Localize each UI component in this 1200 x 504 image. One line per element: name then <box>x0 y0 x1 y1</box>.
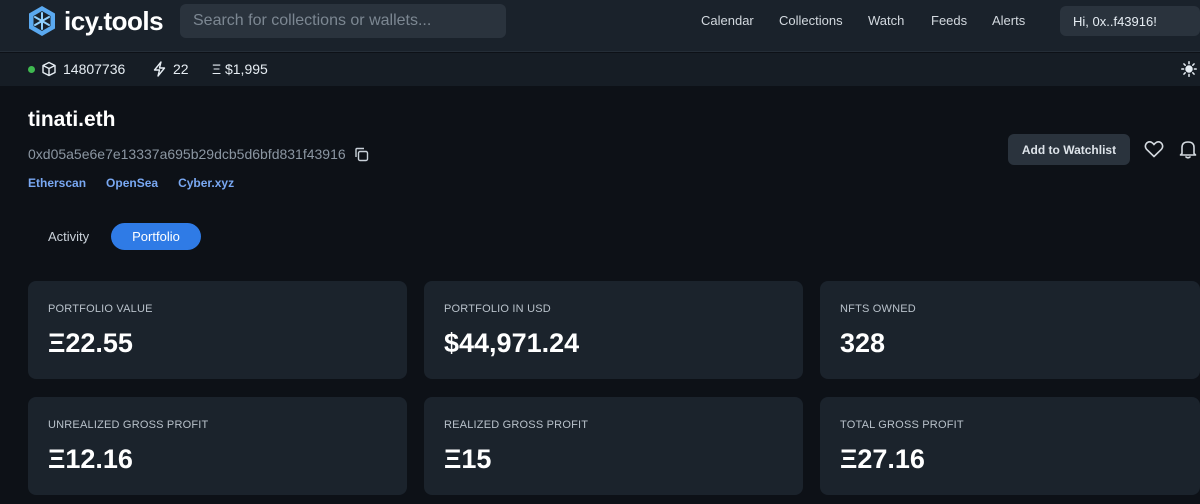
wallet-address: 0xd05a5e6e7e13337a695b29dcb5d6bfd831f439… <box>28 146 346 162</box>
card-label: REALIZED GROSS PROFIT <box>444 419 589 431</box>
add-to-watchlist-button[interactable]: Add to Watchlist <box>1008 134 1130 165</box>
status-dot-icon <box>28 65 35 73</box>
sun-icon[interactable] <box>1181 61 1197 77</box>
logo[interactable]: icy.tools <box>26 5 164 37</box>
card-value: Ξ12.16 <box>48 444 133 474</box>
heart-icon[interactable] <box>1144 140 1164 158</box>
nav-calendar[interactable]: Calendar <box>701 13 754 28</box>
snowflake-logo-icon <box>29 6 55 36</box>
copy-icon[interactable] <box>354 147 369 162</box>
external-links: Etherscan OpenSea Cyber.xyz <box>28 176 234 190</box>
card-unrealized-profit: UNREALIZED GROSS PROFIT Ξ12.16 <box>28 397 407 495</box>
nav-feeds[interactable]: Feeds <box>931 13 967 28</box>
logo-text: icy.tools <box>64 5 164 36</box>
card-value: Ξ22.55 <box>48 328 133 358</box>
nav-watch[interactable]: Watch <box>868 13 904 28</box>
tab-portfolio[interactable]: Portfolio <box>111 223 201 250</box>
card-label: PORTFOLIO IN USD <box>444 303 551 315</box>
nav-alerts[interactable]: Alerts <box>992 13 1025 28</box>
tab-activity[interactable]: Activity <box>48 229 89 244</box>
network-stats-bar: 14807736 22 Ξ $1,995 <box>0 53 1200 86</box>
nav-collections[interactable]: Collections <box>779 13 843 28</box>
card-value: Ξ15 <box>444 444 492 474</box>
block-stat: 14807736 <box>28 61 125 77</box>
card-total-profit: TOTAL GROSS PROFIT Ξ27.16 <box>820 397 1200 495</box>
card-value: $44,971.24 <box>444 328 580 358</box>
card-label: TOTAL GROSS PROFIT <box>840 419 964 431</box>
lightning-icon <box>153 61 166 77</box>
user-menu-button[interactable]: Hi, 0x..f43916! <box>1060 6 1200 36</box>
card-nfts-owned: NFTS OWNED 328 <box>820 281 1200 379</box>
card-realized-profit: REALIZED GROSS PROFIT Ξ15 <box>424 397 803 495</box>
card-portfolio-usd: PORTFOLIO IN USD $44,971.24 <box>424 281 803 379</box>
eth-price-stat: Ξ $1,995 <box>212 61 268 77</box>
eth-price: Ξ $1,995 <box>212 61 268 77</box>
top-navigation-bar: icy.tools Calendar Collections Watch Fee… <box>0 0 1200 52</box>
gas-value: 22 <box>173 61 189 77</box>
card-label: UNREALIZED GROSS PROFIT <box>48 419 209 431</box>
etherscan-link[interactable]: Etherscan <box>28 176 86 190</box>
card-portfolio-value: PORTFOLIO VALUE Ξ22.55 <box>28 281 407 379</box>
search-input[interactable] <box>180 4 506 38</box>
opensea-link[interactable]: OpenSea <box>106 176 158 190</box>
card-label: PORTFOLIO VALUE <box>48 303 153 315</box>
card-value: Ξ27.16 <box>840 444 925 474</box>
wallet-name: tinati.eth <box>28 108 116 131</box>
block-number: 14807736 <box>63 61 126 77</box>
wallet-address-row: 0xd05a5e6e7e13337a695b29dcb5d6bfd831f439… <box>28 146 369 162</box>
cyber-link[interactable]: Cyber.xyz <box>178 176 234 190</box>
bell-icon[interactable] <box>1178 139 1198 159</box>
gas-stat: 22 <box>152 61 189 77</box>
card-value: 328 <box>840 328 886 358</box>
cube-icon <box>42 61 56 77</box>
card-label: NFTS OWNED <box>840 303 916 315</box>
